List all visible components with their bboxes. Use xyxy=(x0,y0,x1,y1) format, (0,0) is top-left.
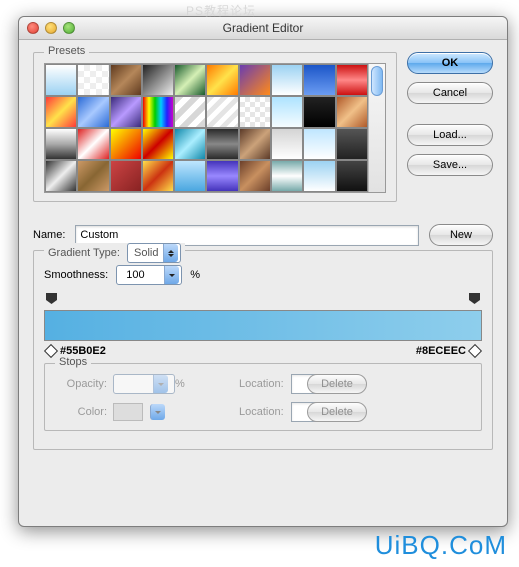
preset-swatch[interactable] xyxy=(174,64,206,96)
titlebar: Gradient Editor xyxy=(19,17,507,40)
presets-legend: Presets xyxy=(44,45,89,57)
scrollbar-thumb[interactable] xyxy=(371,66,383,96)
gradient-editor-dialog: Gradient Editor Presets OK Cancel xyxy=(18,16,508,527)
preset-swatch[interactable] xyxy=(206,96,238,128)
opacity-stop-left[interactable] xyxy=(46,293,57,304)
preset-swatch[interactable] xyxy=(336,96,368,128)
preset-swatch[interactable] xyxy=(45,160,77,192)
percent-label: % xyxy=(190,269,200,281)
preset-swatch[interactable] xyxy=(303,64,335,96)
color-stop-label: Color: xyxy=(55,406,113,418)
cancel-button[interactable]: Cancel xyxy=(407,82,493,104)
preset-swatch[interactable] xyxy=(174,160,206,192)
preset-swatch[interactable] xyxy=(206,64,238,96)
preset-swatch[interactable] xyxy=(142,64,174,96)
smoothness-input[interactable] xyxy=(123,268,159,282)
presets-box xyxy=(44,63,386,193)
location-label: Location: xyxy=(239,378,284,390)
preset-swatch[interactable] xyxy=(271,64,303,96)
ok-button[interactable]: OK xyxy=(407,52,493,74)
preset-swatch[interactable] xyxy=(206,160,238,192)
name-label: Name: xyxy=(33,229,65,241)
preset-swatch[interactable] xyxy=(45,128,77,160)
preset-swatch[interactable] xyxy=(174,128,206,160)
watermark-bottom: UiBQ.CoM xyxy=(375,530,507,561)
preset-swatch[interactable] xyxy=(110,96,142,128)
preset-swatch[interactable] xyxy=(142,96,174,128)
preset-swatch[interactable] xyxy=(336,160,368,192)
color-swatch xyxy=(113,403,143,421)
preset-swatch[interactable] xyxy=(142,160,174,192)
opacity-stop-right[interactable] xyxy=(469,293,480,304)
gradient-preview[interactable] xyxy=(44,310,482,341)
preset-swatch[interactable] xyxy=(303,160,335,192)
preset-swatch[interactable] xyxy=(110,128,142,160)
preset-swatch[interactable] xyxy=(77,96,109,128)
gradient-type-legend: Gradient Type: Solid xyxy=(44,243,185,263)
preset-grid xyxy=(45,64,368,192)
preset-swatch[interactable] xyxy=(271,160,303,192)
new-button[interactable]: New xyxy=(429,224,493,246)
preset-swatch[interactable] xyxy=(77,160,109,192)
preset-swatch[interactable] xyxy=(271,128,303,160)
preset-swatch[interactable] xyxy=(239,96,271,128)
stepper-icon xyxy=(163,244,178,262)
location-label: Location: xyxy=(239,406,284,418)
preset-swatch[interactable] xyxy=(110,160,142,192)
gradient-config-fieldset: Gradient Type: Solid Smoothness: % xyxy=(33,250,493,450)
preset-swatch[interactable] xyxy=(303,128,335,160)
delete-opacity-stop-button: Delete xyxy=(307,374,367,394)
gradient-type-label: Gradient Type: xyxy=(48,247,120,259)
preset-swatch[interactable] xyxy=(336,64,368,96)
preset-swatch[interactable] xyxy=(45,64,77,96)
preset-swatch[interactable] xyxy=(142,128,174,160)
watermark-top: PS教程论坛 xyxy=(186,2,256,19)
preset-swatch[interactable] xyxy=(239,128,271,160)
preset-swatch[interactable] xyxy=(110,64,142,96)
load-button[interactable]: Load... xyxy=(407,124,493,146)
preset-scrollbar[interactable] xyxy=(368,64,385,192)
preset-swatch[interactable] xyxy=(77,64,109,96)
delete-color-stop-button: Delete xyxy=(307,402,367,422)
smoothness-label: Smoothness: xyxy=(44,269,108,281)
stops-fieldset: Stops Opacity: % Location: % Delete Colo… xyxy=(44,363,482,431)
preset-swatch[interactable] xyxy=(239,160,271,192)
stepper-icon xyxy=(150,404,165,420)
presets-fieldset: Presets xyxy=(33,52,397,202)
preset-swatch[interactable] xyxy=(174,96,206,128)
opacity-stop-label: Opacity: xyxy=(55,378,113,390)
gradient-type-value: Solid xyxy=(134,247,158,259)
preset-swatch[interactable] xyxy=(303,96,335,128)
stops-legend: Stops xyxy=(55,356,91,368)
preset-swatch[interactable] xyxy=(45,96,77,128)
smoothness-select[interactable] xyxy=(116,265,182,285)
stepper-icon xyxy=(153,375,168,393)
preset-swatch[interactable] xyxy=(336,128,368,160)
gradient-type-select[interactable]: Solid xyxy=(127,243,181,263)
window-title: Gradient Editor xyxy=(19,21,507,35)
color-stop-right[interactable]: #8ECEEC xyxy=(416,345,480,357)
opacity-select xyxy=(113,374,175,394)
percent-label: % xyxy=(175,378,239,390)
preset-swatch[interactable] xyxy=(206,128,238,160)
stepper-icon xyxy=(164,266,179,284)
preset-swatch[interactable] xyxy=(77,128,109,160)
right-color-label: #8ECEEC xyxy=(416,345,466,357)
preset-swatch[interactable] xyxy=(271,96,303,128)
preset-swatch[interactable] xyxy=(239,64,271,96)
save-button[interactable]: Save... xyxy=(407,154,493,176)
